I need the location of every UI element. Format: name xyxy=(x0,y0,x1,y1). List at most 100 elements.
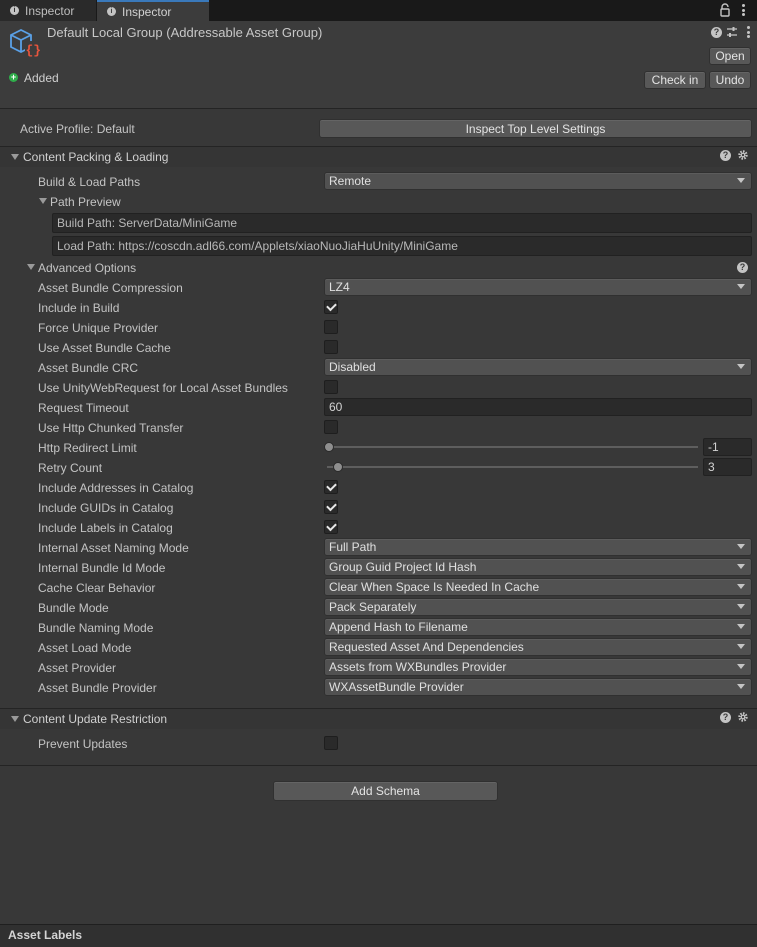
status-label: Added xyxy=(24,71,59,85)
check-in-button[interactable]: Check in xyxy=(644,71,706,89)
prevent-updates-label: Prevent Updates xyxy=(38,737,128,751)
dropdown-value: Append Hash to Filename xyxy=(329,620,468,634)
help-icon[interactable]: ? xyxy=(720,712,731,723)
prevent-updates-checkbox[interactable] xyxy=(324,736,338,750)
retry-count-slider-thumb[interactable] xyxy=(333,462,343,472)
section-title: Content Update Restriction xyxy=(23,712,168,726)
dropdown-value: Group Guid Project Id Hash xyxy=(329,560,477,574)
dropdown-value: Disabled xyxy=(329,360,376,374)
chevron-down-icon xyxy=(737,364,745,369)
bundle-id-dropdown[interactable]: Group Guid Project Id Hash xyxy=(324,558,752,576)
dropdown-value: Assets from WXBundles Provider xyxy=(329,660,507,674)
tab-label: Inspector xyxy=(122,4,172,19)
chunked-checkbox[interactable] xyxy=(324,420,338,434)
chevron-down-icon xyxy=(737,544,745,549)
added-status-icon: + xyxy=(9,72,18,82)
redirect-limit-slider-track[interactable] xyxy=(327,446,698,448)
chevron-down-icon xyxy=(737,178,745,183)
force-unique-checkbox[interactable] xyxy=(324,320,338,334)
retry-count-slider-track[interactable] xyxy=(327,466,698,468)
foldout-arrow-icon[interactable] xyxy=(11,716,19,722)
foldout-arrow-icon[interactable] xyxy=(27,264,35,270)
include-labels-checkbox[interactable] xyxy=(324,520,338,534)
foldout-arrow-icon[interactable] xyxy=(39,198,47,204)
bundle-provider-dropdown[interactable]: WXAssetBundle Provider xyxy=(324,678,752,696)
force-unique-label: Force Unique Provider xyxy=(38,321,159,335)
tab-inspector-1[interactable]: i Inspector xyxy=(0,0,96,21)
tab-inspector-2[interactable]: i Inspector xyxy=(97,0,209,21)
cache-clear-label: Cache Clear Behavior xyxy=(38,581,156,595)
bundle-naming-dropdown[interactable]: Append Hash to Filename xyxy=(324,618,752,636)
section-title: Content Packing & Loading xyxy=(23,150,169,164)
crc-label: Asset Bundle CRC xyxy=(38,361,139,375)
advanced-options-label: Advanced Options xyxy=(38,261,137,275)
addressable-group-icon: {} xyxy=(10,28,41,58)
build-path-field: Build Path: ServerData/MiniGame xyxy=(52,213,752,233)
chevron-down-icon xyxy=(737,284,745,289)
dropdown-value: Remote xyxy=(329,174,372,188)
asset-provider-dropdown[interactable]: Assets from WXBundles Provider xyxy=(324,658,752,676)
help-icon[interactable]: ? xyxy=(720,150,731,161)
bundle-naming-label: Bundle Naming Mode xyxy=(38,621,154,635)
chevron-down-icon xyxy=(737,624,745,629)
foldout-arrow-icon[interactable] xyxy=(11,154,19,160)
lock-icon[interactable] xyxy=(720,3,730,17)
bundle-provider-label: Asset Bundle Provider xyxy=(38,681,157,695)
retry-count-input[interactable]: 3 xyxy=(703,458,752,476)
include-build-label: Include in Build xyxy=(38,301,120,315)
undo-button[interactable]: Undo xyxy=(709,71,751,89)
load-mode-dropdown[interactable]: Requested Asset And Dependencies xyxy=(324,638,752,656)
compression-dropdown[interactable]: LZ4 xyxy=(324,278,752,296)
chevron-down-icon xyxy=(737,604,745,609)
build-load-paths-dropdown[interactable]: Remote xyxy=(324,172,752,190)
chevron-down-icon xyxy=(737,564,745,569)
chevron-down-icon xyxy=(737,584,745,589)
active-profile-label: Active Profile: Default xyxy=(20,122,135,136)
include-addresses-checkbox[interactable] xyxy=(324,480,338,494)
uwr-local-checkbox[interactable] xyxy=(324,380,338,394)
use-cache-label: Use Asset Bundle Cache xyxy=(38,341,171,355)
gear-icon[interactable] xyxy=(737,711,749,723)
use-cache-checkbox[interactable] xyxy=(324,340,338,354)
tab-label: Inspector xyxy=(25,3,75,18)
add-schema-button[interactable]: Add Schema xyxy=(273,781,498,801)
asset-labels-bar xyxy=(0,924,757,947)
chevron-down-icon xyxy=(737,684,745,689)
help-icon[interactable]: ? xyxy=(711,27,722,38)
compression-label: Asset Bundle Compression xyxy=(38,281,183,295)
naming-mode-label: Internal Asset Naming Mode xyxy=(38,541,189,555)
cache-clear-dropdown[interactable]: Clear When Space Is Needed In Cache xyxy=(324,578,752,596)
page-title: Default Local Group (Addressable Asset G… xyxy=(47,25,323,40)
load-path-field: Load Path: https://coscdn.adl66.com/Appl… xyxy=(52,236,752,256)
include-guids-checkbox[interactable] xyxy=(324,500,338,514)
help-icon[interactable]: ? xyxy=(737,262,748,273)
include-build-checkbox[interactable] xyxy=(324,300,338,314)
open-button[interactable]: Open xyxy=(709,47,751,65)
request-timeout-input[interactable]: 60 xyxy=(324,398,752,416)
dropdown-value: WXAssetBundle Provider xyxy=(329,680,464,694)
gear-icon[interactable] xyxy=(737,149,749,161)
dropdown-value: Requested Asset And Dependencies xyxy=(329,640,524,654)
header-menu-icon[interactable] xyxy=(746,25,750,39)
path-preview-label: Path Preview xyxy=(50,195,121,209)
asset-labels-title: Asset Labels xyxy=(8,928,83,942)
divider xyxy=(0,765,757,766)
settings-sliders-icon[interactable] xyxy=(726,26,738,38)
dropdown-value: Full Path xyxy=(329,540,377,554)
include-labels-label: Include Labels in Catalog xyxy=(38,521,173,535)
bundle-mode-label: Bundle Mode xyxy=(38,601,109,615)
info-icon: i xyxy=(107,7,116,16)
redirect-limit-input[interactable]: -1 xyxy=(703,438,752,456)
dropdown-value: LZ4 xyxy=(329,280,350,294)
chunked-label: Use Http Chunked Transfer xyxy=(38,421,184,435)
bundle-mode-dropdown[interactable]: Pack Separately xyxy=(324,598,752,616)
inspect-top-level-settings-button[interactable]: Inspect Top Level Settings xyxy=(319,119,752,138)
dropdown-value: Pack Separately xyxy=(329,600,417,614)
redirect-limit-slider-thumb[interactable] xyxy=(324,442,334,452)
tab-menu-icon[interactable] xyxy=(741,3,745,17)
crc-dropdown[interactable]: Disabled xyxy=(324,358,752,376)
chevron-down-icon xyxy=(737,664,745,669)
dropdown-value: Clear When Space Is Needed In Cache xyxy=(329,580,540,594)
svg-text:{}: {} xyxy=(26,43,41,58)
naming-mode-dropdown[interactable]: Full Path xyxy=(324,538,752,556)
